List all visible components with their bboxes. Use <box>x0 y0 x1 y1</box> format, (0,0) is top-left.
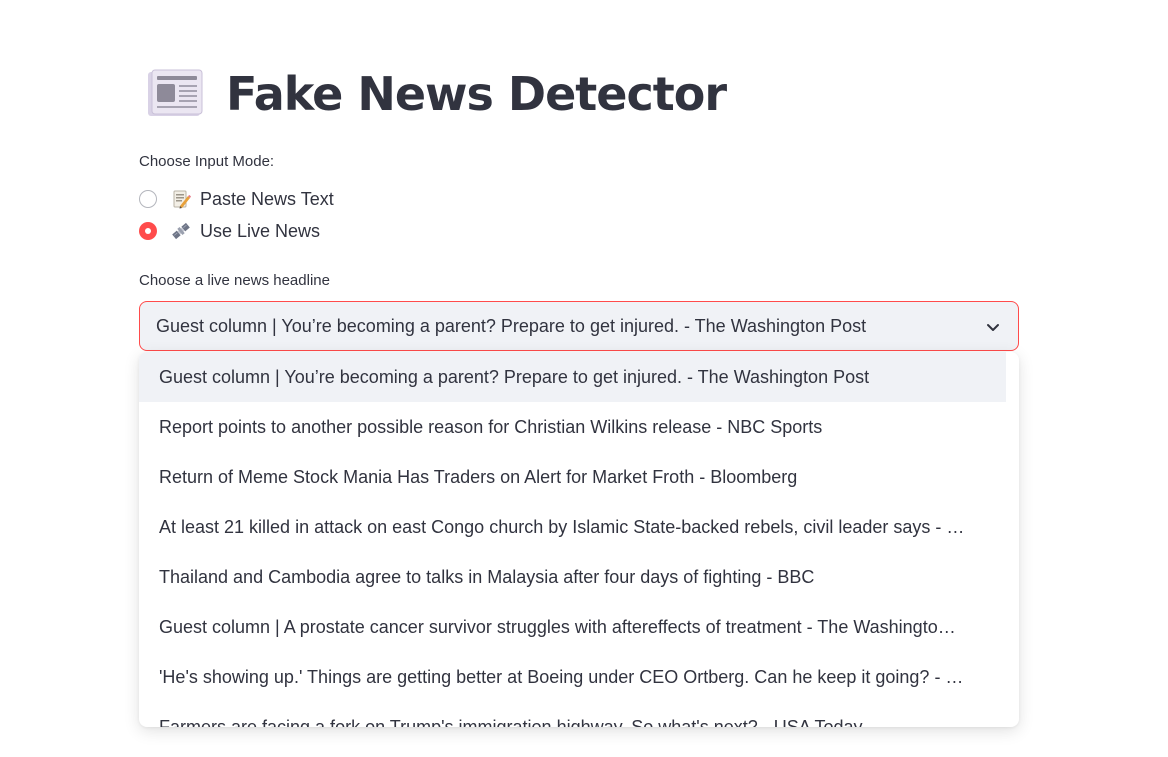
dropdown-option[interactable]: Guest column | A prostate cancer survivo… <box>139 602 1006 652</box>
page-title: Fake News Detector <box>226 67 727 121</box>
radio-paste-news-text[interactable]: Paste News Text <box>139 187 334 211</box>
newspaper-icon <box>148 69 203 116</box>
radio-use-live-news[interactable]: Use Live News <box>139 219 320 243</box>
input-mode-label: Choose Input Mode: <box>139 153 275 170</box>
dropdown-option-label: Thailand and Cambodia agree to talks in … <box>159 566 815 587</box>
dropdown-option[interactable]: Thailand and Cambodia agree to talks in … <box>139 552 1006 602</box>
page-title-row: Fake News Detector <box>146 64 727 124</box>
radio-label: Paste News Text <box>200 188 334 209</box>
dropdown-option-label: Guest column | You’re becoming a parent?… <box>159 366 870 387</box>
radio-label: Use Live News <box>200 220 321 241</box>
dropdown-option[interactable]: Report points to another possible reason… <box>139 402 1006 452</box>
dropdown-option[interactable]: Farmers are facing a fork on Trump's imm… <box>139 702 1006 728</box>
dropdown-option-label: At least 21 killed in attack on east Con… <box>159 516 965 537</box>
headline-select[interactable]: Guest column | You’re becoming a parent?… <box>139 301 1019 351</box>
dropdown-option[interactable]: At least 21 killed in attack on east Con… <box>139 502 1006 552</box>
headline-select-value: Guest column | You’re becoming a parent?… <box>156 315 867 336</box>
dropdown-option-label: Farmers are facing a fork on Trump's imm… <box>159 716 863 728</box>
dropdown-option[interactable]: Guest column | You’re becoming a parent?… <box>139 352 1006 402</box>
dropdown-option-label: Report points to another possible reason… <box>159 416 823 437</box>
radio-button-checked[interactable] <box>139 222 157 240</box>
chevron-down-icon[interactable] <box>984 318 1002 336</box>
dropdown-option-label: Return of Meme Stock Mania Has Traders o… <box>159 466 798 487</box>
headline-dropdown-list[interactable]: Guest column | You’re becoming a parent?… <box>139 352 1019 727</box>
satellite-icon <box>172 222 190 240</box>
dropdown-option[interactable]: 'He's showing up.' Things are getting be… <box>139 652 1006 702</box>
radio-button-unchecked[interactable] <box>139 190 157 208</box>
headline-select-label: Choose a live news headline <box>139 272 330 289</box>
dropdown-option-label: 'He's showing up.' Things are getting be… <box>159 666 964 687</box>
dropdown-option-label: Guest column | A prostate cancer survivo… <box>159 616 956 637</box>
app-root: Fake News Detector Choose Input Mode: Pa… <box>0 0 1168 757</box>
memo-icon <box>173 190 191 209</box>
dropdown-option[interactable]: Return of Meme Stock Mania Has Traders o… <box>139 452 1006 502</box>
